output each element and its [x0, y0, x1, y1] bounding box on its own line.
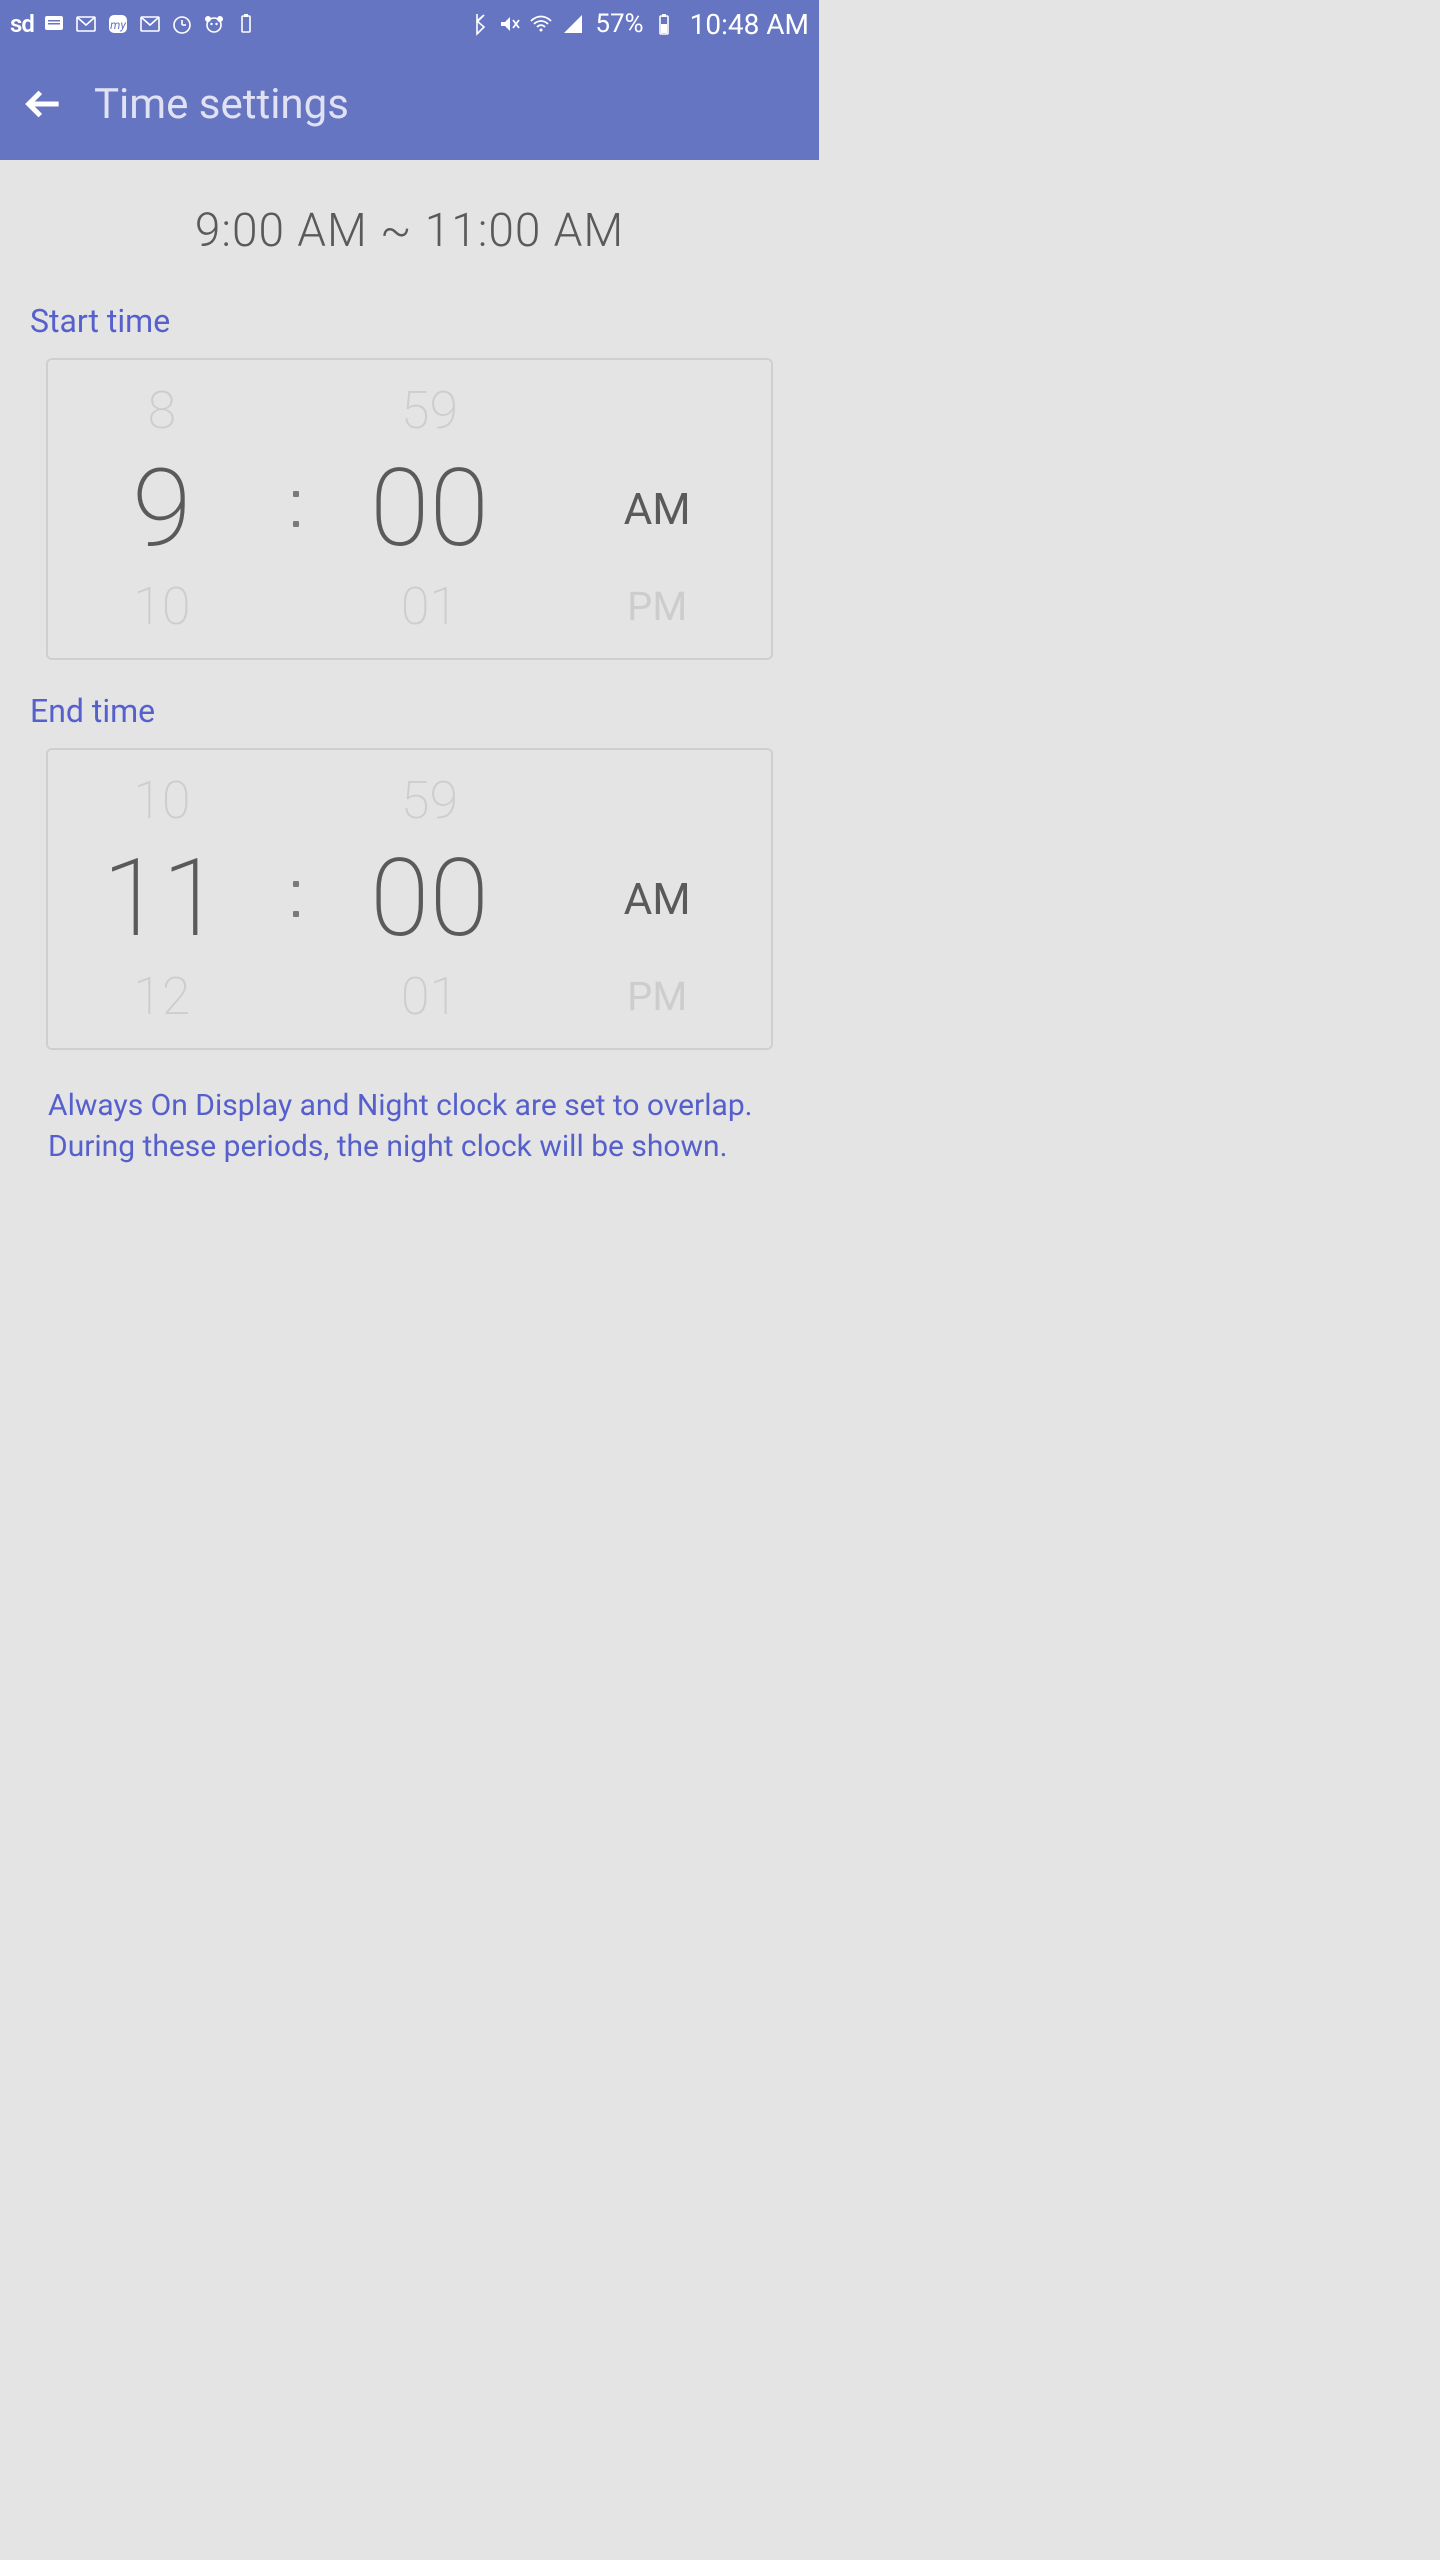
start-time-picker: 8 9 10 59 00 01 AM PM: [46, 358, 773, 660]
gmail-icon: [74, 12, 98, 36]
start-hour-next: 10: [133, 577, 190, 637]
end-hour-next: 12: [133, 967, 190, 1027]
end-time-label: End time: [0, 692, 819, 748]
end-hour-wheel[interactable]: 10 11 12: [48, 750, 276, 1048]
status-bar: sd my 57% 10:48 AM: [0, 0, 819, 48]
arrow-back-icon: [22, 84, 62, 124]
gmail-icon-2: [138, 12, 162, 36]
end-minute-wheel[interactable]: 59 00 01: [316, 750, 544, 1048]
app-bar: Time settings: [0, 48, 819, 160]
time-colon: [276, 750, 316, 1048]
end-ampm-next: PM: [627, 967, 687, 1027]
time-colon: [276, 360, 316, 658]
start-time-label: Start time: [0, 302, 819, 358]
start-hour-value: 9: [132, 449, 191, 569]
content: 9:00 AM ~ 11:00 AM Start time 8 9 10 59 …: [0, 160, 819, 1167]
svg-text:my: my: [110, 18, 126, 32]
overlap-note: Always On Display and Night clock are se…: [0, 1082, 819, 1167]
panda-icon: [202, 12, 226, 36]
start-min-next: 01: [401, 577, 458, 637]
end-min-next: 01: [401, 967, 458, 1027]
wifi-icon: [529, 12, 553, 36]
end-min-value: 00: [370, 839, 489, 959]
start-hour-wheel[interactable]: 8 9 10: [48, 360, 276, 658]
back-button[interactable]: [18, 80, 66, 128]
sd-card-indicator: sd: [10, 10, 34, 38]
battery-saver-icon: [234, 12, 258, 36]
page-title: Time settings: [94, 80, 349, 129]
vibrate-mute-icon: [497, 12, 521, 36]
start-ampm-wheel[interactable]: AM PM: [543, 360, 771, 658]
battery-percent: 57%: [595, 9, 643, 39]
start-ampm-value: AM: [624, 449, 691, 569]
start-min-value: 00: [370, 449, 489, 569]
end-ampm-value: AM: [624, 839, 691, 959]
start-minute-wheel[interactable]: 59 00 01: [316, 360, 544, 658]
end-hour-prev: 10: [133, 771, 190, 831]
start-ampm-next: PM: [627, 577, 687, 637]
app-icon: my: [106, 12, 130, 36]
bluetooth-icon: [465, 12, 489, 36]
status-left-icons: sd my: [10, 10, 258, 38]
end-time-picker: 10 11 12 59 00 01 AM PM: [46, 748, 773, 1050]
alarm-icon: [170, 12, 194, 36]
end-ampm-wheel[interactable]: AM PM: [543, 750, 771, 1048]
chat-icon: [42, 12, 66, 36]
status-clock: 10:48 AM: [690, 8, 809, 41]
end-hour-value: 11: [102, 839, 221, 959]
time-range-summary: 9:00 AM ~ 11:00 AM: [0, 160, 819, 302]
start-hour-prev: 8: [148, 381, 177, 441]
battery-icon: [652, 12, 676, 36]
cell-signal-icon: [561, 12, 585, 36]
end-min-prev: 59: [401, 771, 458, 831]
start-min-prev: 59: [401, 381, 458, 441]
status-right-icons: 57% 10:48 AM: [465, 8, 809, 41]
